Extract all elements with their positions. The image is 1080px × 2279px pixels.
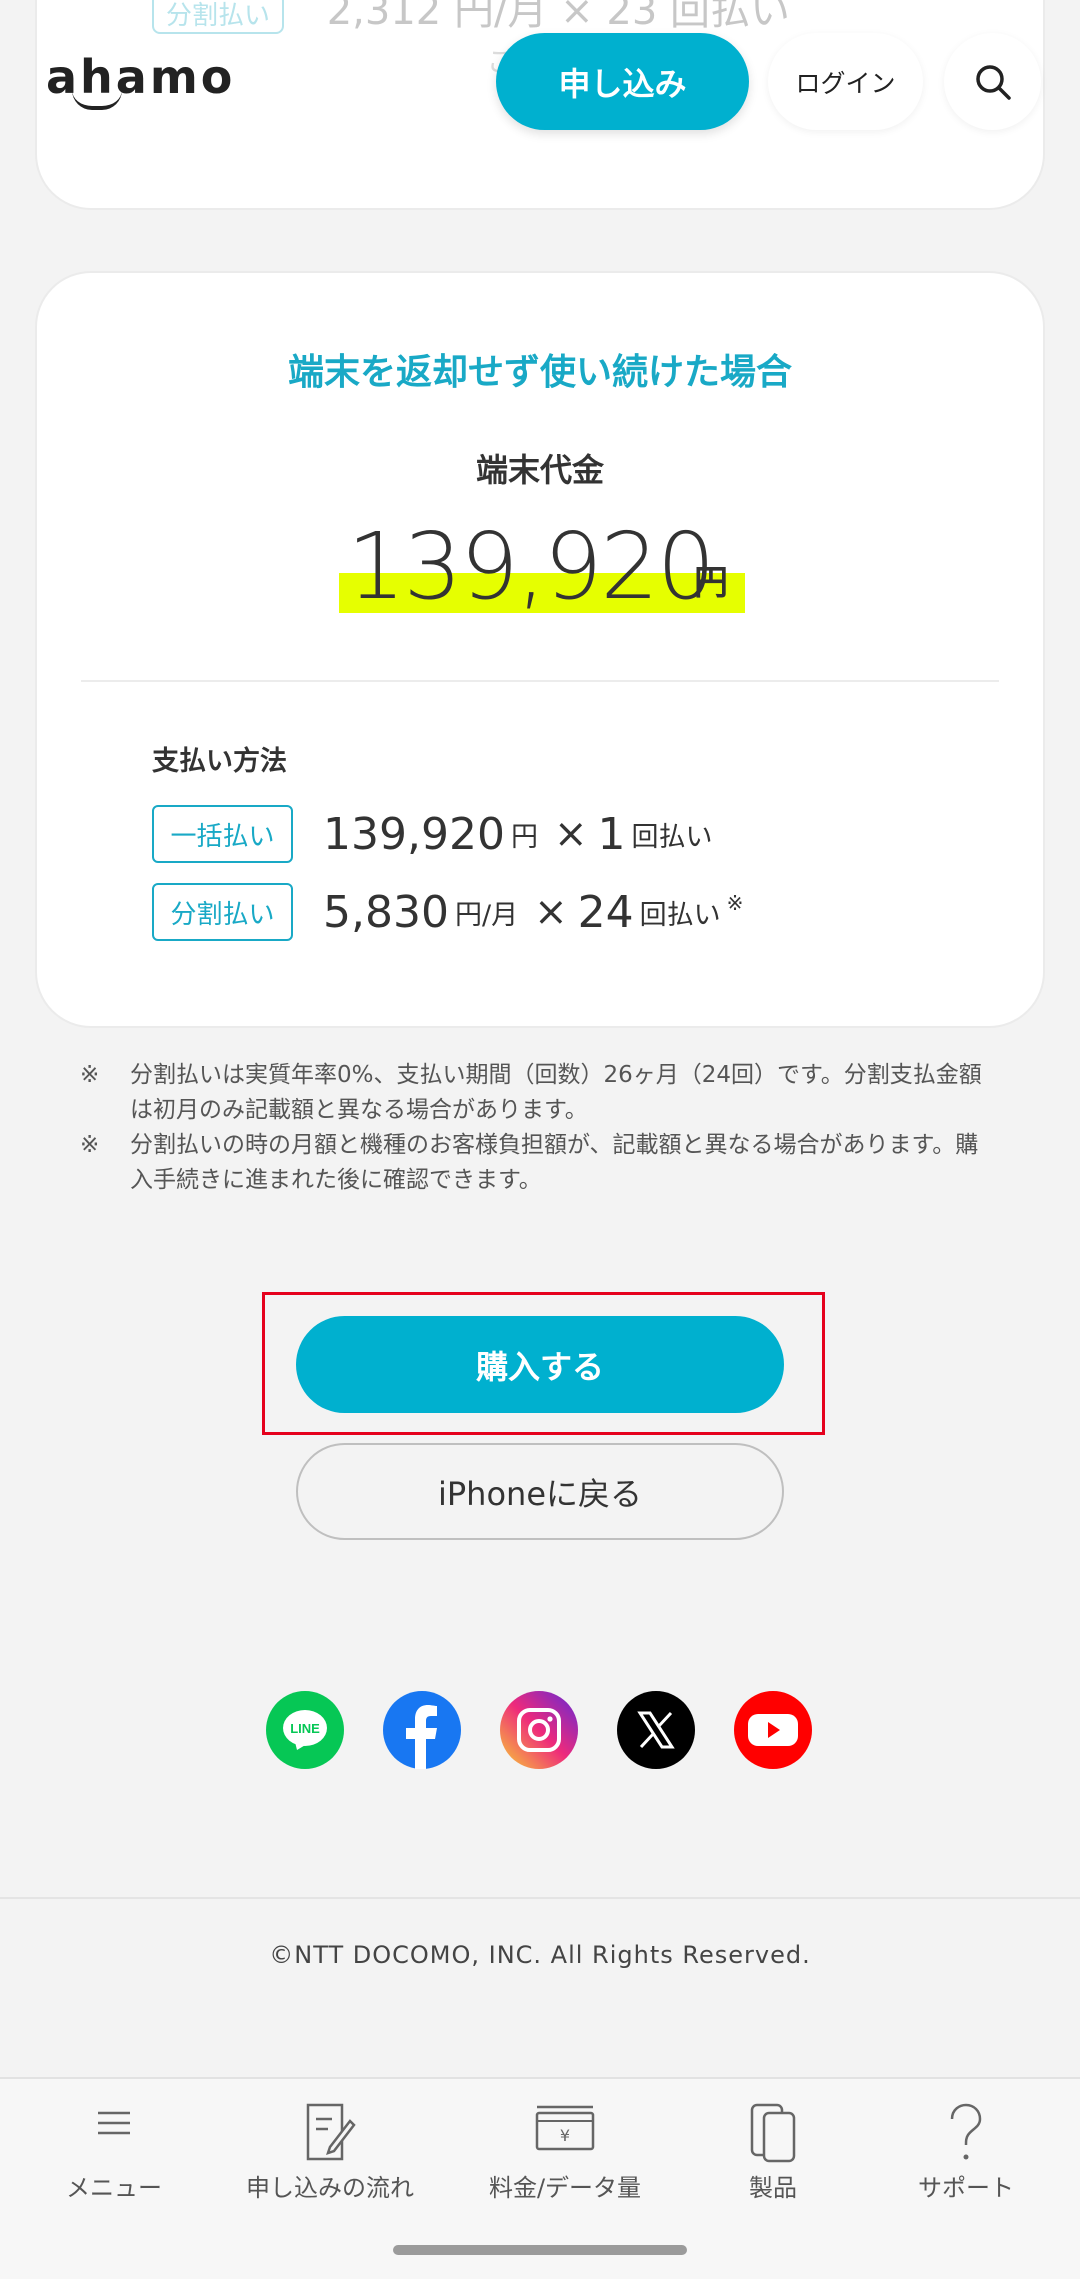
svg-text:LINE: LINE [290,1721,320,1736]
installment-row: 分割払い 5,830 円/月 × 24 回払い ※ [152,883,743,941]
device-cost-label: 端末代金 [475,451,604,489]
lump-sum-count: 1 [597,808,626,860]
copyright: ©NTT DOCOMO, INC. All Rights Reserved. [269,1941,811,1969]
footer-divider [0,1897,1080,1899]
card-divider [81,680,999,682]
nav-label: 製品 [749,2174,797,2202]
search-button[interactable] [944,33,1041,130]
svg-text:¥: ¥ [560,2126,570,2145]
nav-menu[interactable]: メニュー [54,2079,174,2219]
nav-products[interactable]: 製品 [713,2079,833,2219]
device-price-unit: 円 [694,563,728,603]
facebook-glyph [406,1705,437,1769]
nav-label: 申し込みの流れ [246,2174,414,2202]
back-to-iphone-button[interactable]: iPhoneに戻る [296,1443,784,1540]
home-indicator[interactable] [393,2245,687,2255]
lump-sum-count-unit: 回払い [631,821,713,853]
installment-count: 24 [577,886,634,938]
apply-button[interactable]: 申し込み [496,33,749,130]
phone-icon [750,2103,796,2163]
note-mark: ※ [80,1132,100,1158]
installment-amount: 5,830 [323,886,449,938]
note-item: ※ 分割払いの時の月額と機種のお客様負担額が、記載額と異なる場合があります。購入… [80,1128,1000,1198]
installment-unit: 円/月 [454,899,519,931]
x-icon[interactable] [617,1691,695,1769]
social-links: LINE [266,1691,812,1769]
note-mark: ※ [80,1062,100,1088]
lump-sum-badge: 一括払い [152,805,293,863]
note-text: 分割払いの時の月額と機種のお客様負担額が、記載額と異なる場合があります。購入手続… [130,1132,979,1193]
price-icon: ¥ [535,2105,595,2151]
document-icon [306,2103,356,2161]
installment-count-unit: 回払い [639,899,721,931]
note-item: ※ 分割払いは実質年率0%、支払い期間（回数）26ヶ月（24回）です。分割支払金… [80,1058,1000,1128]
x-glyph [637,1711,675,1749]
lump-sum-unit: 円 [510,821,538,853]
nav-label: 料金/データ量 [488,2174,642,2202]
device-price-value: 139,920 [347,513,715,620]
login-button[interactable]: ログイン [768,33,923,130]
previous-installment-badge: 分割払い [152,0,285,34]
lump-sum-row: 一括払い 139,920 円 × 1 回払い [152,805,718,863]
payment-method-label: 支払い方法 [152,746,287,777]
card-title: 端末を返却せず使い続けた場合 [287,352,792,393]
installment-times: × [534,889,568,935]
youtube-glyph [748,1714,798,1746]
notes: ※ 分割払いは実質年率0%、支払い期間（回数）26ヶ月（24回）です。分割支払金… [80,1058,1000,1198]
nav-price-data[interactable]: ¥ 料金/データ量 [480,2079,650,2219]
note-text: 分割払いは実質年率0%、支払い期間（回数）26ヶ月（24回）です。分割支払金額は… [130,1062,982,1123]
lump-sum-times: × [553,811,588,857]
menu-icon [98,2111,130,2135]
nav-support[interactable]: サポート [906,2079,1026,2219]
device-price-card: 端末を返却せず使い続けた場合 端末代金 139,920 円 支払い方法 一括払い… [35,271,1045,1028]
purchase-button[interactable]: 購入する [296,1316,784,1413]
search-icon [975,64,1011,100]
lump-sum-amount: 139,920 [323,808,505,860]
question-icon [950,2103,982,2160]
nav-label: メニュー [66,2174,162,2202]
previous-installment-row: 分割払い 2,312 円/月 × 23 回払い [152,0,790,36]
installment-badge: 分割払い [152,883,293,941]
line-glyph: LINE [283,1710,327,1750]
previous-installment-text: 2,312 円/月 × 23 回払い [326,0,790,34]
facebook-icon[interactable] [383,1691,461,1769]
youtube-icon[interactable] [734,1691,812,1769]
nav-application-flow[interactable]: 申し込みの流れ [235,2079,425,2219]
line-icon[interactable]: LINE [266,1691,344,1769]
installment-note-mark: ※ [726,891,744,915]
instagram-glyph [517,1708,561,1752]
instagram-icon[interactable] [500,1691,578,1769]
nav-label: サポート [918,2174,1014,2202]
device-price: 139,920 円 [339,513,745,623]
